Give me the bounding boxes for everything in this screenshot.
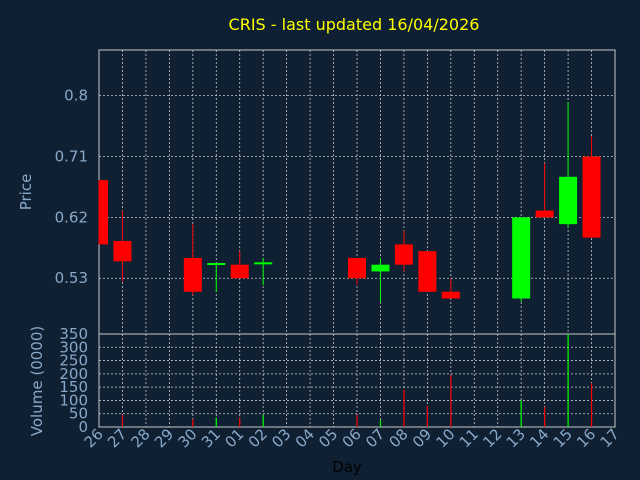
x-axis-title: Day — [332, 458, 362, 476]
x-tick-label: 03 — [268, 425, 294, 451]
x-tick-label: 04 — [292, 425, 318, 451]
x-tick-label: 02 — [245, 425, 271, 451]
x-tick-label: 30 — [174, 425, 200, 451]
price-axis-title: Price — [17, 174, 35, 211]
x-tick-label: 15 — [550, 425, 576, 451]
x-tick-label: 07 — [362, 425, 388, 451]
x-axis: 2627282930310102030405060708091011121314… — [81, 425, 623, 451]
x-tick-label: 10 — [432, 425, 458, 451]
x-tick-label: 06 — [339, 425, 365, 451]
candle-body — [535, 210, 554, 218]
x-tick-label: 28 — [128, 425, 154, 451]
candle-body — [394, 244, 413, 265]
candle-body — [230, 264, 249, 279]
x-tick-label: 14 — [526, 425, 552, 451]
candle-body — [207, 263, 226, 266]
chart-title: CRIS - last updated 16/04/2026 — [229, 15, 480, 34]
x-tick-label: 08 — [386, 425, 412, 451]
x-tick-label: 05 — [315, 425, 341, 451]
price-tick-label: 0.62 — [55, 208, 88, 226]
candle-body — [559, 176, 578, 225]
volume-tick-label: 350 — [59, 325, 88, 343]
price-tick-label: 0.53 — [55, 269, 88, 287]
x-tick-label: 01 — [221, 425, 247, 451]
x-tick-label: 12 — [479, 425, 505, 451]
x-tick-label: 16 — [573, 425, 599, 451]
candle-body — [183, 257, 202, 292]
candle-body — [348, 257, 366, 279]
x-tick-label: 31 — [198, 425, 224, 451]
candle-body — [371, 264, 390, 272]
price-tick-label: 0.71 — [55, 148, 88, 166]
stock-chart: CRIS - last updated 16/04/2026 0.80.710.… — [17, 15, 623, 476]
candle-body — [441, 291, 460, 299]
volume-axis-title: Volume (0000) — [28, 326, 46, 436]
candle-body — [113, 241, 132, 262]
x-tick-label: 27 — [104, 425, 130, 451]
candle-body — [582, 156, 601, 238]
candle-body — [99, 180, 108, 245]
x-tick-label: 09 — [409, 425, 435, 451]
candle-body — [418, 251, 437, 292]
candle-body — [512, 217, 531, 299]
x-tick-label: 13 — [503, 425, 529, 451]
price-panel: 0.8 0.71 0.62 0.53 — [55, 49, 616, 335]
candle-body — [254, 262, 273, 265]
x-tick-label: 17 — [597, 425, 623, 451]
x-tick-label: 11 — [456, 425, 482, 451]
volume-panel: 050100150200250300350 — [59, 325, 616, 436]
price-tick-label: 0.8 — [64, 87, 88, 105]
x-tick-label: 29 — [151, 425, 177, 451]
